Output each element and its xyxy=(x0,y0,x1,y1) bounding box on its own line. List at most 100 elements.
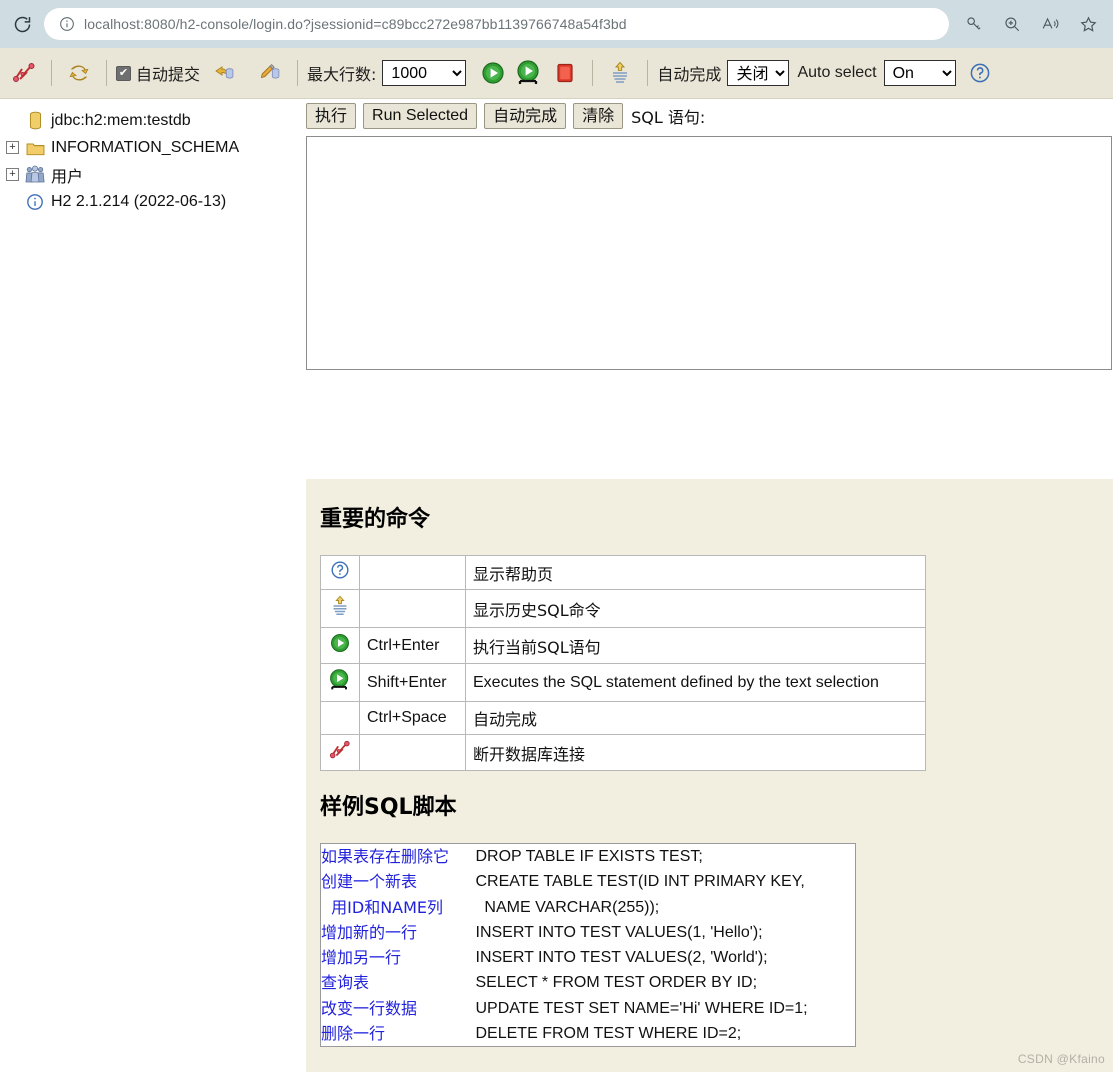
stop-icon[interactable] xyxy=(547,55,583,91)
reload-button[interactable] xyxy=(0,0,44,48)
autocommit-toggle[interactable]: ✔ 自动提交 xyxy=(116,61,200,85)
tree-item-database[interactable]: jdbc:h2:mem:testdb xyxy=(6,107,290,134)
info-circle-icon xyxy=(24,191,46,213)
help-icon[interactable] xyxy=(962,55,998,91)
sample-sql-line: INSERT INTO TEST VALUES(2, 'World'); xyxy=(475,949,768,967)
run-icon[interactable] xyxy=(475,55,511,91)
read-aloud-icon[interactable] xyxy=(1031,4,1069,44)
tree-item-label: INFORMATION_SCHEMA xyxy=(51,138,240,156)
table-row: 显示历史SQL命令 xyxy=(320,589,926,628)
disconnect-icon[interactable] xyxy=(329,740,351,765)
table-row: Shift+Enter Executes the SQL statement d… xyxy=(320,663,926,702)
sample-sql-title: 样例SQL脚本 xyxy=(320,795,457,820)
browser-chrome: localhost:8080/h2-console/login.do?jsess… xyxy=(0,0,1113,48)
row-shortcut-cell xyxy=(359,589,466,628)
database-tree-panel: jdbc:h2:mem:testdb + INFORMATION_SCHEMA … xyxy=(0,99,290,973)
table-row: Ctrl+Enter 执行当前SQL语句 xyxy=(320,627,926,664)
zoom-icon[interactable] xyxy=(993,4,1031,44)
row-icon-cell[interactable] xyxy=(320,734,360,771)
row-description-cell: Executes the SQL statement defined by th… xyxy=(465,663,926,702)
url-text[interactable]: localhost:8080/h2-console/login.do?jsess… xyxy=(80,16,627,32)
run-icon[interactable] xyxy=(329,634,351,658)
sample-sql-line: DELETE FROM TEST WHERE ID=2; xyxy=(475,1025,742,1043)
disconnect-icon[interactable] xyxy=(6,55,42,91)
row-shortcut-cell xyxy=(359,555,466,590)
auto-select-select[interactable]: On xyxy=(883,60,956,86)
row-shortcut-cell: Shift+Enter xyxy=(359,663,466,702)
row-description-cell: 执行当前SQL语句 xyxy=(465,627,926,664)
sample-comment[interactable]: 创建一个新表 xyxy=(321,869,476,894)
table-row: 断开数据库连接 xyxy=(320,734,926,771)
tree-item-information-schema[interactable]: + INFORMATION_SCHEMA xyxy=(6,134,290,161)
sample-comment[interactable]: 如果表存在删除它 xyxy=(321,844,476,869)
commit-icon[interactable] xyxy=(252,55,288,91)
help-icon[interactable] xyxy=(330,561,350,584)
row-description-cell: 断开数据库连接 xyxy=(465,734,926,771)
autocommit-label: 自动提交 xyxy=(136,65,201,84)
toolbar-separator xyxy=(592,60,594,86)
autocommit-checkbox[interactable]: ✔ xyxy=(116,65,131,81)
row-description-cell: 自动完成 xyxy=(465,701,926,735)
toolbar-separator xyxy=(297,60,299,86)
tree-item-label: H2 2.1.214 (2022-06-13) xyxy=(51,192,227,210)
sample-sql-line: INSERT INTO TEST VALUES(1, 'Hello'); xyxy=(475,923,763,941)
sample-comments-cell: 如果表存在删除它 创建一个新表 用ID和NAME列 增加新的一行 增加另一行 查… xyxy=(321,844,476,1047)
folder-icon xyxy=(24,137,46,159)
toolbar-separator xyxy=(106,60,107,86)
sample-comment[interactable]: 删除一行 xyxy=(321,1021,476,1046)
tree-item-users[interactable]: + 用户 xyxy=(6,161,290,188)
row-icon-cell[interactable] xyxy=(320,589,360,628)
database-icon xyxy=(24,110,46,132)
sample-comment[interactable]: 用ID和NAME列 xyxy=(321,895,476,920)
reload-icon xyxy=(14,16,30,32)
sample-comment[interactable]: 增加新的一行 xyxy=(321,920,476,945)
max-rows-label: 最大行数: xyxy=(307,65,377,84)
watermark: CSDN @Kfaino xyxy=(1017,1052,1105,1066)
auto-select-label: Auto select xyxy=(797,64,877,81)
row-shortcut-cell: Ctrl+Space xyxy=(359,701,466,735)
sample-comment[interactable]: 查询表 xyxy=(321,970,476,995)
autocomplete-label: 自动完成 xyxy=(657,65,722,84)
toolbar-separator xyxy=(51,60,52,86)
clear-button[interactable]: 清除 xyxy=(573,102,624,130)
expand-toggle[interactable]: + xyxy=(6,168,19,181)
autocomplete-button[interactable]: 自动完成 xyxy=(484,102,567,130)
sample-sql-line: CREATE TABLE TEST(ID INT PRIMARY KEY, xyxy=(475,873,805,891)
history-icon[interactable] xyxy=(602,55,638,91)
row-description-cell: 显示帮助页 xyxy=(465,555,926,590)
main-area: jdbc:h2:mem:testdb + INFORMATION_SCHEMA … xyxy=(0,99,1113,1072)
refresh-icon[interactable] xyxy=(61,55,97,91)
run-selected-icon[interactable] xyxy=(511,55,547,91)
tree-item-version: H2 2.1.214 (2022-06-13) xyxy=(6,188,290,215)
row-icon-cell[interactable] xyxy=(320,555,360,590)
tree-item-label: 用户 xyxy=(51,166,84,186)
autocomplete-select[interactable]: 关闭 xyxy=(727,60,790,86)
h2-toolbar: ✔ 自动提交 最大行数: 1000 自动完成 关闭 Auto select On xyxy=(0,48,1113,99)
sample-comment[interactable]: 改变一行数据 xyxy=(321,996,476,1021)
users-icon xyxy=(24,164,46,186)
rollback-icon[interactable] xyxy=(206,55,242,91)
row-description-cell: 显示历史SQL命令 xyxy=(465,589,926,628)
run-selected-icon[interactable] xyxy=(328,669,352,696)
browser-actions xyxy=(955,0,1113,48)
sample-sql-line: DROP TABLE IF EXISTS TEST; xyxy=(475,848,703,865)
sql-input[interactable] xyxy=(306,136,1112,370)
row-icon-cell[interactable] xyxy=(320,663,360,702)
sample-sql-cell: DROP TABLE IF EXISTS TEST; CREATE TABLE … xyxy=(476,844,856,1047)
row-icon-cell[interactable] xyxy=(320,627,360,664)
favorite-star-icon[interactable] xyxy=(1069,4,1107,44)
address-bar[interactable]: localhost:8080/h2-console/login.do?jsess… xyxy=(44,8,949,40)
sample-comment[interactable]: 增加另一行 xyxy=(321,945,476,970)
important-commands-table: 显示帮助页 显示历史SQL命令 Ctrl+Enter 执行当前SQL语句 Shi… xyxy=(320,555,926,771)
run-button[interactable]: 执行 xyxy=(306,102,357,130)
tree-item-label: jdbc:h2:mem:testdb xyxy=(51,111,191,129)
expand-toggle[interactable]: + xyxy=(6,141,19,154)
sample-sql-line: NAME VARCHAR(255)); xyxy=(475,898,660,916)
max-rows-select[interactable]: 1000 xyxy=(382,60,467,86)
site-info-icon[interactable] xyxy=(54,11,80,37)
key-icon[interactable] xyxy=(955,4,993,44)
run-selected-button[interactable]: Run Selected xyxy=(363,102,478,130)
sample-sql-line: UPDATE TEST SET NAME='Hi' WHERE ID=1; xyxy=(475,999,808,1017)
history-icon[interactable] xyxy=(329,595,351,622)
table-row: 如果表存在删除它 创建一个新表 用ID和NAME列 增加新的一行 增加另一行 查… xyxy=(321,844,856,1047)
